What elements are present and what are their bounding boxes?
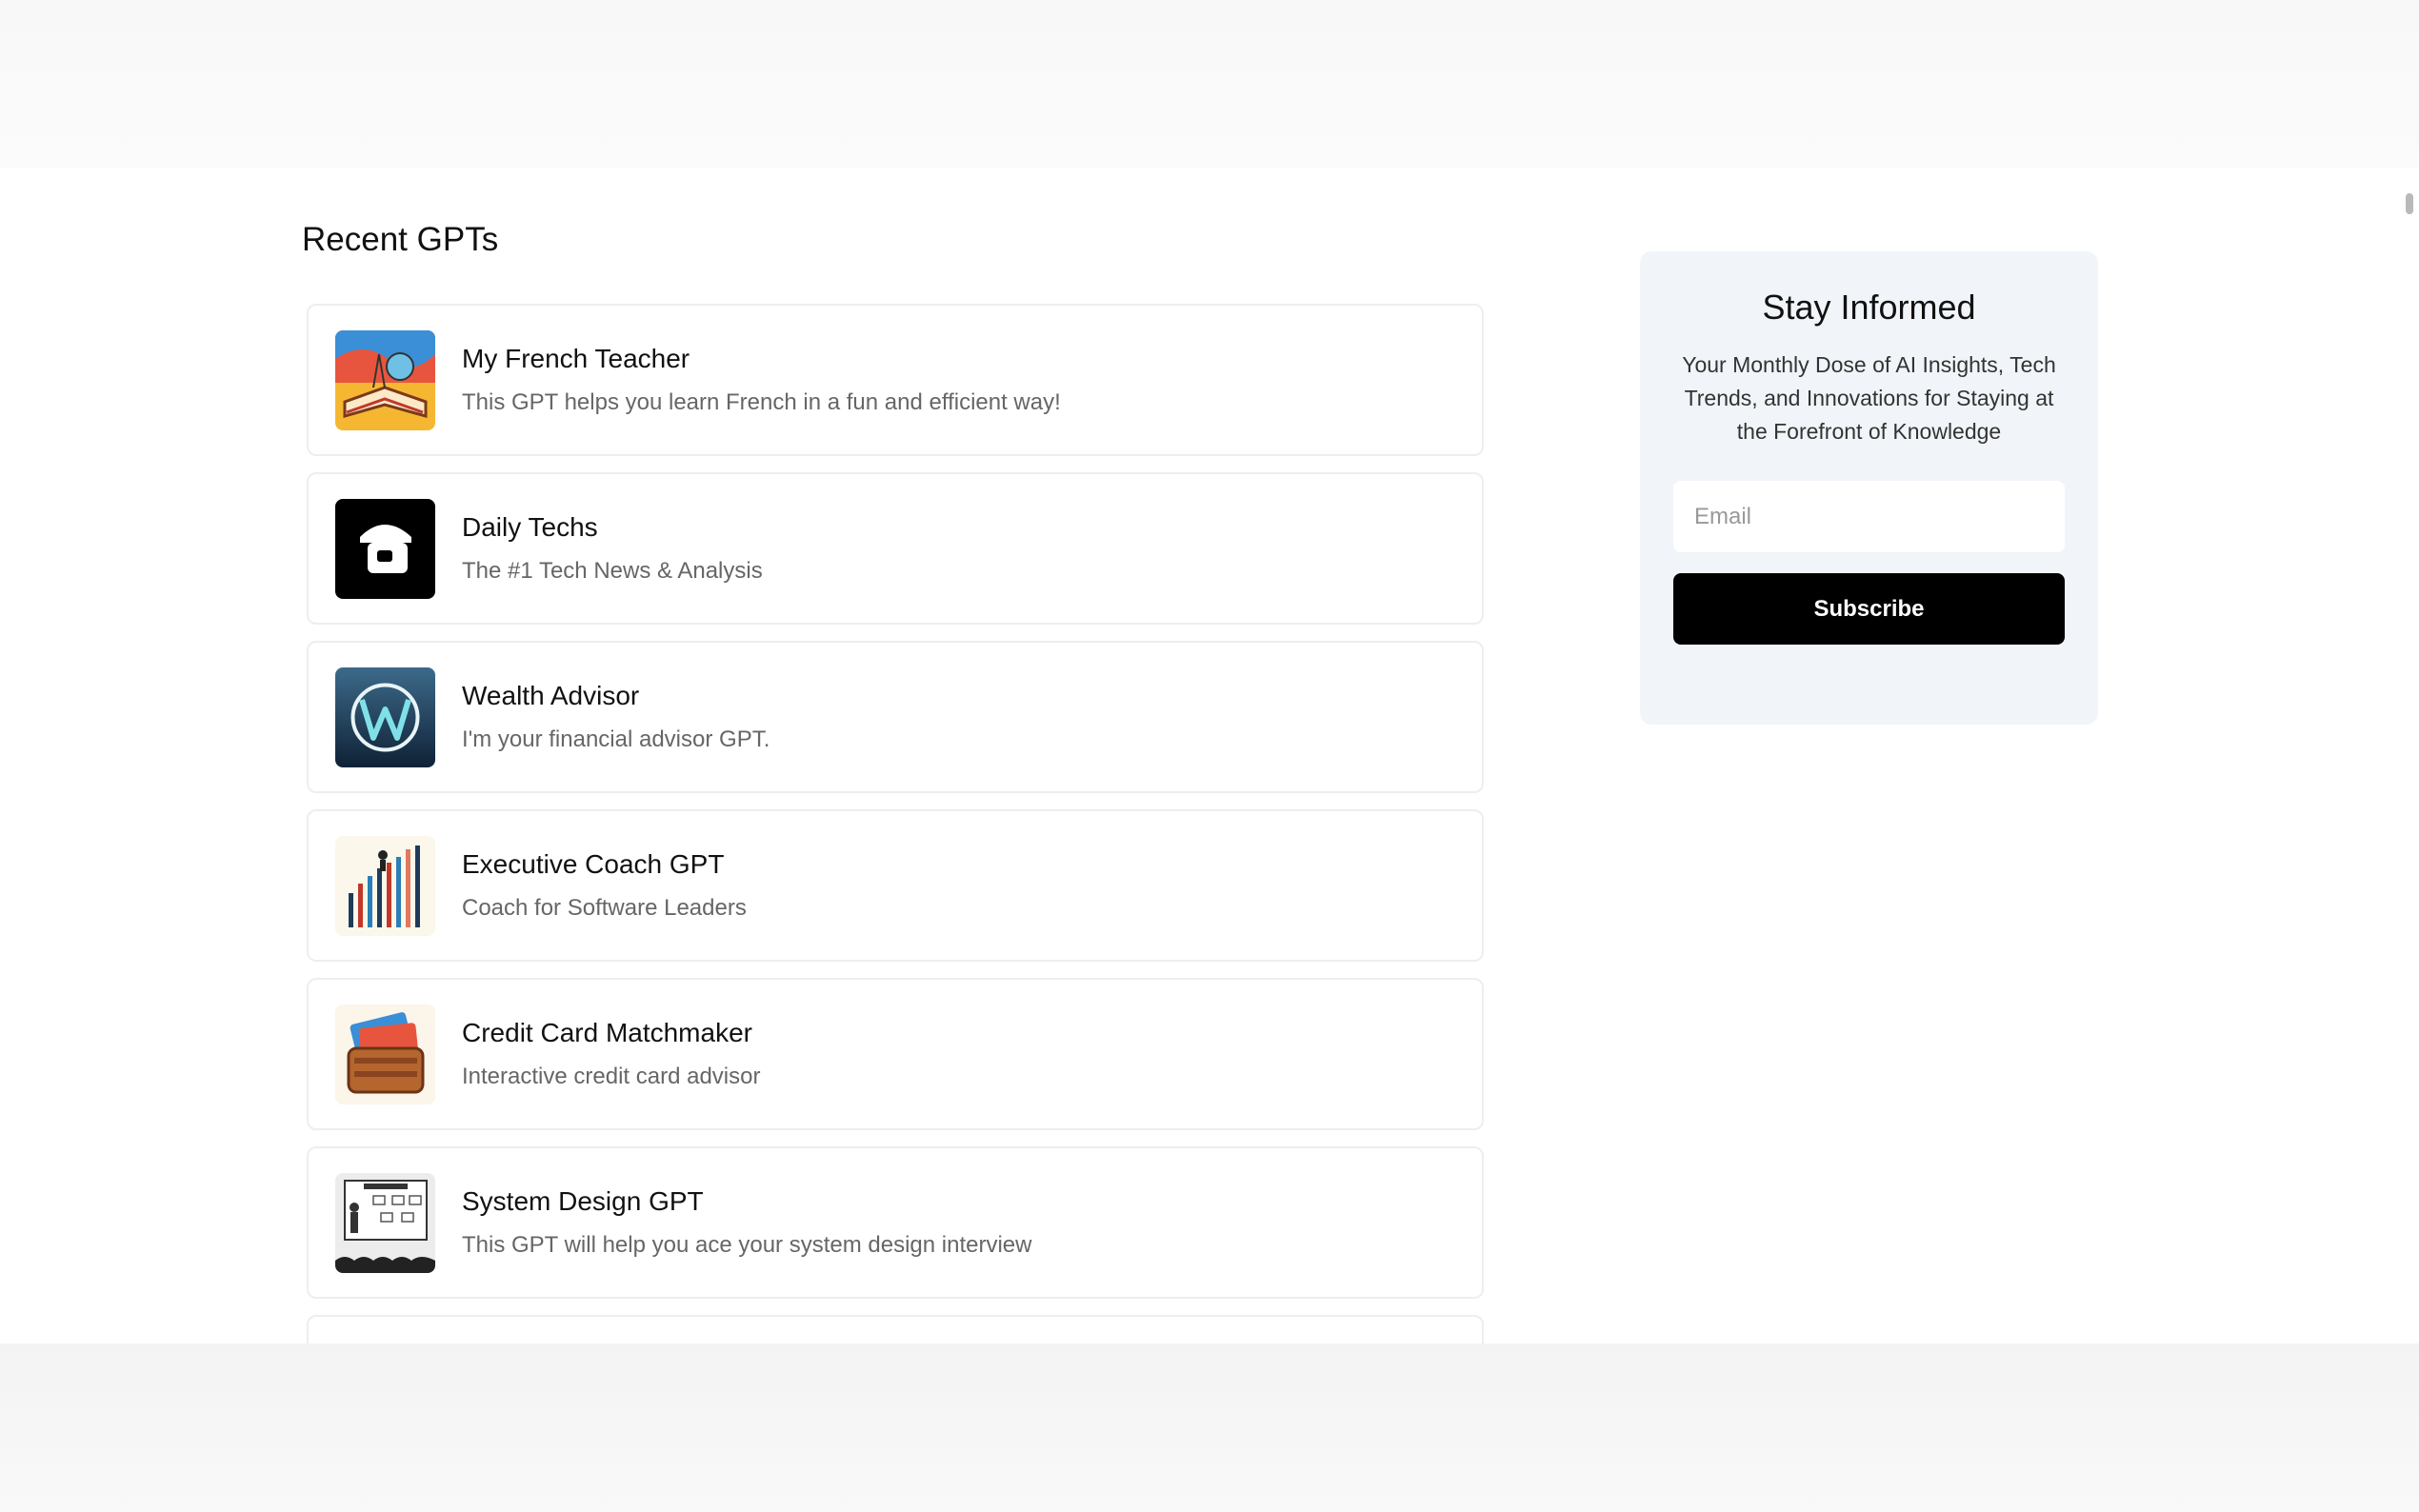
bottom-blurred-region [0,1343,2419,1512]
gpt-name: Executive Coach GPT [462,849,725,879]
gpt-description: The #1 Tech News & Analysis [462,558,763,584]
newsletter-panel: Stay Informed Your Monthly Dose of AI In… [1640,251,2098,725]
gpt-card-wealth-advisor[interactable]: Wealth Advisor I'm your financial adviso… [307,641,1484,793]
gpt-name: My French Teacher [462,344,690,373]
email-input[interactable] [1673,481,2065,552]
gpt-description: Coach for Software Leaders [462,895,747,921]
gpt-card-executive-coach[interactable]: Executive Coach GPT Coach for Software L… [307,809,1484,962]
content-viewport: Recent GPTs My French Teacher This GPT h… [0,168,2400,1343]
page: Recent GPTs My French Teacher This GPT h… [0,0,2419,1512]
newsletter-description: Your Monthly Dose of AI Insights, Tech T… [1682,352,2056,444]
executive-coach-icon [335,835,435,936]
recent-gpts-heading: Recent GPTs [302,221,499,258]
gpt-card-daily-techs[interactable]: Daily Techs The #1 Tech News & Analysis [307,472,1484,625]
daily-techs-icon [335,498,435,599]
vertical-scrollbar[interactable] [2400,168,2419,1343]
top-blurred-region [0,0,2419,168]
gpt-description: This GPT will help you ace your system d… [462,1232,1032,1258]
scrollbar-thumb[interactable] [2406,193,2413,214]
gpt-card-system-design[interactable]: System Design GPT This GPT will help you… [307,1146,1484,1299]
gpt-name: Daily Techs [462,512,598,542]
gpt-description: This GPT helps you learn French in a fun… [462,389,1061,415]
gpt-card-my-french-teacher[interactable]: My French Teacher This GPT helps you lea… [307,304,1484,456]
gpt-card-partial[interactable] [307,1315,1484,1343]
gpt-description: Interactive credit card advisor [462,1064,761,1089]
french-teacher-icon [335,329,435,430]
gpt-name: Wealth Advisor [462,681,640,710]
subscribe-button[interactable]: Subscribe [1673,573,2065,645]
credit-card-icon [335,1004,435,1104]
gpt-description: I'm your financial advisor GPT. [462,726,770,752]
gpt-name: Credit Card Matchmaker [462,1018,752,1047]
wealth-advisor-icon [335,666,435,767]
gpt-card-credit-card-matchmaker[interactable]: Credit Card Matchmaker Interactive credi… [307,978,1484,1130]
recent-gpts-list: My French Teacher This GPT helps you lea… [307,304,1484,1343]
newsletter-title: Stay Informed [1762,288,1976,327]
gpt-name: System Design GPT [462,1186,704,1216]
system-design-icon [335,1172,435,1273]
